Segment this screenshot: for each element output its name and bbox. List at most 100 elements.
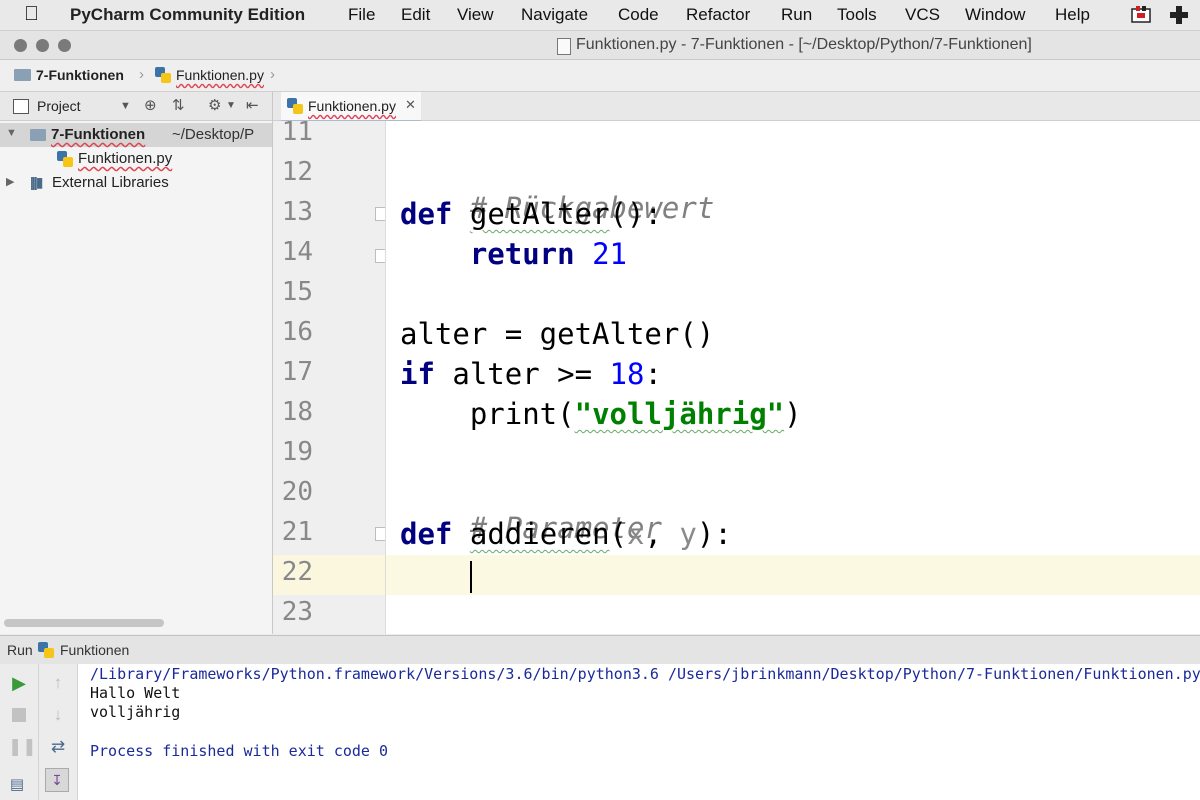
menu-run[interactable]: Run	[781, 5, 812, 25]
run-config-name[interactable]: Funktionen	[60, 642, 129, 658]
code-line-18: print("volljährig")	[400, 397, 802, 431]
stop-square-icon	[12, 708, 26, 722]
tree-root-name: 7-Funktionen	[51, 126, 146, 143]
tree-item-external-libraries[interactable]: ▶ |||▮ External Libraries	[0, 171, 272, 195]
scroll-to-end-icon[interactable]: ↧	[45, 768, 69, 792]
run-toolbar-secondary: ↑ ↓ ⇄ ↧	[39, 664, 78, 800]
run-console-output[interactable]: /Library/Frameworks/Python.framework/Ver…	[78, 664, 1200, 800]
code-line-13: def getAlter():	[400, 197, 662, 231]
project-panel-header: Project ▼ ⊕ ⇅ ⚙ ▼ ⇤	[0, 92, 272, 121]
punctuation-token: )	[784, 397, 802, 431]
minimize-window-button[interactable]	[36, 39, 49, 52]
punctuation-token: ,	[644, 517, 680, 551]
identifier-token: addieren	[469, 517, 610, 551]
line-number: 16	[281, 317, 313, 347]
horizontal-scrollbar[interactable]	[4, 619, 164, 627]
identifier-token: getAlter	[469, 197, 610, 231]
close-window-button[interactable]	[14, 39, 27, 52]
run-toolbar-primary: ▶ ❚❚ ▤	[0, 664, 39, 800]
line-number: 12	[281, 157, 313, 187]
scroll-from-source-icon[interactable]: ⊕	[144, 96, 157, 114]
line-number: 18	[281, 397, 313, 427]
number-token: 21	[592, 237, 627, 271]
stop-icon[interactable]	[8, 704, 30, 726]
collapse-all-icon[interactable]: ⇅	[172, 96, 185, 114]
code-editor[interactable]: # Rückgabewert def getAlter(): return 21…	[386, 121, 1200, 634]
screen-recorder-icon[interactable]	[1130, 4, 1152, 26]
plus-tray-icon[interactable]	[1168, 4, 1190, 26]
hide-panel-icon[interactable]: ⇤	[246, 96, 259, 114]
python-file-icon	[155, 67, 171, 83]
rerun-play-icon[interactable]: ▶	[8, 672, 30, 694]
python-run-config-icon	[38, 642, 54, 658]
line-number: 14	[281, 237, 313, 267]
navigation-breadcrumb: 7-Funktionen › Funktionen.py ›	[0, 60, 1200, 92]
menu-edit[interactable]: Edit	[401, 5, 430, 25]
fold-end-marker-icon[interactable]	[375, 249, 385, 263]
breadcrumb-separator-icon: ›	[139, 66, 144, 83]
tab-funktionen-py[interactable]: Funktionen.py ✕	[281, 92, 421, 123]
project-view-selector[interactable]: Project	[37, 98, 81, 114]
punctuation-token: ):	[696, 517, 732, 551]
python-file-icon	[287, 98, 303, 114]
fold-marker-icon[interactable]	[375, 207, 385, 221]
line-number: 11	[281, 121, 313, 147]
breadcrumb-file[interactable]: Funktionen.py	[176, 67, 264, 83]
fold-marker-icon[interactable]	[375, 527, 385, 541]
menu-vcs[interactable]: VCS	[905, 5, 940, 25]
expand-arrow-icon[interactable]: ▼	[6, 127, 17, 139]
folder-icon	[30, 129, 46, 141]
expression-token: alter >=	[434, 357, 610, 391]
tree-item-file[interactable]: Funktionen.py	[0, 147, 272, 171]
menu-window[interactable]: Window	[965, 5, 1025, 25]
menu-file[interactable]: File	[348, 5, 375, 25]
tree-file-name: Funktionen.py	[78, 150, 173, 167]
zoom-window-button[interactable]	[58, 39, 71, 52]
code-line-14: return 21	[400, 237, 627, 271]
menu-code[interactable]: Code	[618, 5, 659, 25]
line-number: 22	[281, 557, 313, 587]
arrow-up-icon[interactable]: ↑	[47, 672, 69, 694]
layout-icon[interactable]: ▤	[6, 774, 28, 796]
editor-gutter: 11 12 13 14 15 16 17 18 19 20 21 22 23	[273, 121, 386, 634]
statement-token: alter = getAlter()	[400, 317, 715, 351]
code-line-21: def addieren(x, y):	[400, 517, 732, 551]
apple-menu-icon[interactable]: 	[24, 3, 39, 26]
macos-menu-bar:  PyCharm Community Edition File Edit Vi…	[0, 0, 1200, 31]
run-panel-label: Run	[7, 642, 33, 658]
project-tool-window: Project ▼ ⊕ ⇅ ⚙ ▼ ⇤ ▼ 7-Funktionen ~/Des…	[0, 92, 273, 634]
line-number: 13	[281, 197, 313, 227]
document-icon	[557, 38, 571, 55]
console-exit-line: Process finished with exit code 0	[90, 742, 389, 760]
breadcrumb-project[interactable]: 7-Funktionen	[36, 67, 124, 83]
soft-wrap-icon[interactable]: ⇄	[47, 736, 69, 758]
line-number: 19	[281, 437, 313, 467]
console-output-line: volljährig	[90, 703, 181, 721]
menu-tools[interactable]: Tools	[837, 5, 877, 25]
arrow-down-icon[interactable]: ↓	[47, 704, 69, 726]
text-caret	[470, 561, 472, 593]
menu-refactor[interactable]: Refactor	[686, 5, 750, 25]
parameter-token: x	[627, 517, 645, 551]
punctuation-token: (	[609, 517, 628, 551]
menu-view[interactable]: View	[457, 5, 494, 25]
app-name-menu[interactable]: PyCharm Community Edition	[70, 5, 305, 25]
code-line-16: alter = getAlter()	[400, 317, 714, 351]
close-tab-icon[interactable]: ✕	[405, 97, 416, 113]
pause-icon[interactable]: ❚❚	[8, 736, 37, 758]
line-number: 15	[281, 277, 313, 307]
punctuation-token: ():	[609, 197, 662, 231]
line-number: 20	[281, 477, 313, 507]
gear-icon[interactable]: ⚙	[208, 96, 221, 114]
keyword-token: def	[400, 517, 453, 551]
console-command-line: /Library/Frameworks/Python.framework/Ver…	[90, 665, 1200, 683]
tree-item-project-root[interactable]: ▼ 7-Funktionen ~/Desktop/P	[0, 123, 272, 147]
number-token: 18	[609, 357, 645, 391]
menu-help[interactable]: Help	[1055, 5, 1090, 25]
code-line-17: if alter >= 18:	[400, 357, 662, 391]
chevron-down-icon[interactable]: ▼	[120, 100, 131, 112]
chevron-down-icon[interactable]: ▼	[226, 100, 236, 111]
folder-icon	[14, 69, 31, 81]
menu-navigate[interactable]: Navigate	[521, 5, 588, 25]
collapse-arrow-icon[interactable]: ▶	[6, 175, 14, 188]
